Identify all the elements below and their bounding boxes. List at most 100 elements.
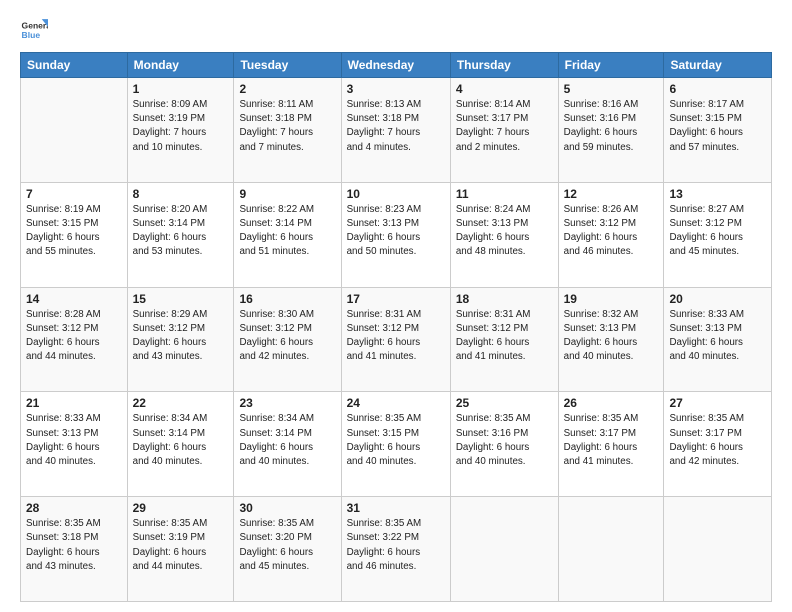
- day-cell: 2 Sunrise: 8:11 AM Sunset: 3:18 PM Daylig…: [234, 78, 341, 183]
- day-cell: 17 Sunrise: 8:31 AM Sunset: 3:12 PM Dayli…: [341, 287, 450, 392]
- day-info: Sunrise: 8:32 AM Sunset: 3:13 PM Dayligh…: [564, 308, 659, 365]
- day-cell: 11 Sunrise: 8:24 AM Sunset: 3:13 PM Dayli…: [450, 182, 558, 287]
- day-cell: 31 Sunrise: 8:35 AM Sunset: 3:22 PM Dayli…: [341, 497, 450, 602]
- day-cell: 15Sunrise: 8:29 AM Sunset: 3:12 PM Dayli…: [127, 287, 234, 392]
- day-cell: 30 Sunrise: 8:35 AM Sunset: 3:20 PM Dayli…: [234, 497, 341, 602]
- day-info: Sunrise: 8:22 AM Sunset: 3:14 PM Dayligh…: [239, 203, 335, 260]
- day-cell: 28Sunrise: 8:35 AM Sunset: 3:18 PM Dayli…: [21, 497, 128, 602]
- day-info: Sunrise: 8:14 AM Sunset: 3:17 PM Dayligh…: [456, 98, 553, 155]
- calendar-table: SundayMondayTuesdayWednesdayThursdayFrid…: [20, 52, 772, 602]
- day-cell: 16 Sunrise: 8:30 AM Sunset: 3:12 PM Dayli…: [234, 287, 341, 392]
- day-info: Sunrise: 8:35 AM Sunset: 3:19 PM Dayligh…: [133, 517, 229, 574]
- day-number: 29: [133, 501, 229, 515]
- day-info: Sunrise: 8:34 AM Sunset: 3:14 PM Dayligh…: [239, 412, 335, 469]
- day-cell: 6 Sunrise: 8:17 AM Sunset: 3:15 PM Daylig…: [664, 78, 772, 183]
- day-info: Sunrise: 8:31 AM Sunset: 3:12 PM Dayligh…: [347, 308, 445, 365]
- day-number: 24: [347, 396, 445, 410]
- day-cell: [664, 497, 772, 602]
- day-number: 20: [669, 292, 766, 306]
- day-cell: 23 Sunrise: 8:34 AM Sunset: 3:14 PM Dayli…: [234, 392, 341, 497]
- day-cell: 29 Sunrise: 8:35 AM Sunset: 3:19 PM Dayli…: [127, 497, 234, 602]
- day-cell: 9 Sunrise: 8:22 AM Sunset: 3:14 PM Daylig…: [234, 182, 341, 287]
- day-cell: 27Sunrise: 8:35 AM Sunset: 3:17 PM Dayli…: [664, 392, 772, 497]
- day-cell: 14 Sunrise: 8:28 AM Sunset: 3:12 PM Dayli…: [21, 287, 128, 392]
- weekday-thursday: Thursday: [450, 53, 558, 78]
- day-number: 16: [239, 292, 335, 306]
- day-cell: 26 Sunrise: 8:35 AM Sunset: 3:17 PM Dayli…: [558, 392, 664, 497]
- day-info: Sunrise: 8:28 AM Sunset: 3:12 PM Dayligh…: [26, 308, 122, 365]
- day-cell: 12Sunrise: 8:26 AM Sunset: 3:12 PM Dayli…: [558, 182, 664, 287]
- day-info: Sunrise: 8:17 AM Sunset: 3:15 PM Dayligh…: [669, 98, 766, 155]
- day-info: Sunrise: 8:35 AM Sunset: 3:20 PM Dayligh…: [239, 517, 335, 574]
- day-number: 14: [26, 292, 122, 306]
- day-cell: 25 Sunrise: 8:35 AM Sunset: 3:16 PM Dayli…: [450, 392, 558, 497]
- day-number: 13: [669, 187, 766, 201]
- day-cell: 19 Sunrise: 8:32 AM Sunset: 3:13 PM Dayli…: [558, 287, 664, 392]
- logo: General Blue: [20, 16, 52, 44]
- day-number: 6: [669, 82, 766, 96]
- day-number: 26: [564, 396, 659, 410]
- day-info: Sunrise: 8:35 AM Sunset: 3:16 PM Dayligh…: [456, 412, 553, 469]
- day-info: Sunrise: 8:23 AM Sunset: 3:13 PM Dayligh…: [347, 203, 445, 260]
- day-cell: 5Sunrise: 8:16 AM Sunset: 3:16 PM Daylig…: [558, 78, 664, 183]
- day-number: 5: [564, 82, 659, 96]
- day-cell: 22Sunrise: 8:34 AM Sunset: 3:14 PM Dayli…: [127, 392, 234, 497]
- day-info: Sunrise: 8:20 AM Sunset: 3:14 PM Dayligh…: [133, 203, 229, 260]
- week-row-1: 1Sunrise: 8:09 AM Sunset: 3:19 PM Daylig…: [21, 78, 772, 183]
- day-info: Sunrise: 8:09 AM Sunset: 3:19 PM Dayligh…: [133, 98, 229, 155]
- week-row-3: 14 Sunrise: 8:28 AM Sunset: 3:12 PM Dayli…: [21, 287, 772, 392]
- day-number: 11: [456, 187, 553, 201]
- day-number: 8: [133, 187, 229, 201]
- day-number: 3: [347, 82, 445, 96]
- week-row-4: 21Sunrise: 8:33 AM Sunset: 3:13 PM Dayli…: [21, 392, 772, 497]
- day-number: 19: [564, 292, 659, 306]
- day-cell: [450, 497, 558, 602]
- week-row-2: 7Sunrise: 8:19 AM Sunset: 3:15 PM Daylig…: [21, 182, 772, 287]
- day-info: Sunrise: 8:26 AM Sunset: 3:12 PM Dayligh…: [564, 203, 659, 260]
- day-number: 15: [133, 292, 229, 306]
- day-cell: 24 Sunrise: 8:35 AM Sunset: 3:15 PM Dayli…: [341, 392, 450, 497]
- day-number: 31: [347, 501, 445, 515]
- day-info: Sunrise: 8:13 AM Sunset: 3:18 PM Dayligh…: [347, 98, 445, 155]
- day-info: Sunrise: 8:31 AM Sunset: 3:12 PM Dayligh…: [456, 308, 553, 365]
- day-cell: 18Sunrise: 8:31 AM Sunset: 3:12 PM Dayli…: [450, 287, 558, 392]
- day-info: Sunrise: 8:24 AM Sunset: 3:13 PM Dayligh…: [456, 203, 553, 260]
- day-info: Sunrise: 8:35 AM Sunset: 3:17 PM Dayligh…: [669, 412, 766, 469]
- header: General Blue: [20, 16, 772, 44]
- day-cell: 21Sunrise: 8:33 AM Sunset: 3:13 PM Dayli…: [21, 392, 128, 497]
- weekday-sunday: Sunday: [21, 53, 128, 78]
- day-cell: 8 Sunrise: 8:20 AM Sunset: 3:14 PM Daylig…: [127, 182, 234, 287]
- day-number: 28: [26, 501, 122, 515]
- weekday-monday: Monday: [127, 53, 234, 78]
- day-number: 9: [239, 187, 335, 201]
- day-number: 23: [239, 396, 335, 410]
- day-cell: 10 Sunrise: 8:23 AM Sunset: 3:13 PM Dayli…: [341, 182, 450, 287]
- day-info: Sunrise: 8:33 AM Sunset: 3:13 PM Dayligh…: [26, 412, 122, 469]
- day-cell: [558, 497, 664, 602]
- day-info: Sunrise: 8:33 AM Sunset: 3:13 PM Dayligh…: [669, 308, 766, 365]
- day-number: 17: [347, 292, 445, 306]
- day-info: Sunrise: 8:30 AM Sunset: 3:12 PM Dayligh…: [239, 308, 335, 365]
- day-number: 22: [133, 396, 229, 410]
- day-cell: [21, 78, 128, 183]
- day-info: Sunrise: 8:35 AM Sunset: 3:15 PM Dayligh…: [347, 412, 445, 469]
- day-number: 10: [347, 187, 445, 201]
- day-cell: 13 Sunrise: 8:27 AM Sunset: 3:12 PM Dayli…: [664, 182, 772, 287]
- day-cell: 7Sunrise: 8:19 AM Sunset: 3:15 PM Daylig…: [21, 182, 128, 287]
- svg-text:General: General: [22, 20, 48, 30]
- day-number: 4: [456, 82, 553, 96]
- day-info: Sunrise: 8:11 AM Sunset: 3:18 PM Dayligh…: [239, 98, 335, 155]
- day-number: 30: [239, 501, 335, 515]
- weekday-header-row: SundayMondayTuesdayWednesdayThursdayFrid…: [21, 53, 772, 78]
- day-number: 25: [456, 396, 553, 410]
- day-number: 7: [26, 187, 122, 201]
- day-info: Sunrise: 8:35 AM Sunset: 3:22 PM Dayligh…: [347, 517, 445, 574]
- day-cell: 4 Sunrise: 8:14 AM Sunset: 3:17 PM Daylig…: [450, 78, 558, 183]
- day-info: Sunrise: 8:27 AM Sunset: 3:12 PM Dayligh…: [669, 203, 766, 260]
- weekday-wednesday: Wednesday: [341, 53, 450, 78]
- weekday-tuesday: Tuesday: [234, 53, 341, 78]
- day-info: Sunrise: 8:35 AM Sunset: 3:17 PM Dayligh…: [564, 412, 659, 469]
- week-row-5: 28Sunrise: 8:35 AM Sunset: 3:18 PM Dayli…: [21, 497, 772, 602]
- day-cell: 20 Sunrise: 8:33 AM Sunset: 3:13 PM Dayli…: [664, 287, 772, 392]
- day-number: 2: [239, 82, 335, 96]
